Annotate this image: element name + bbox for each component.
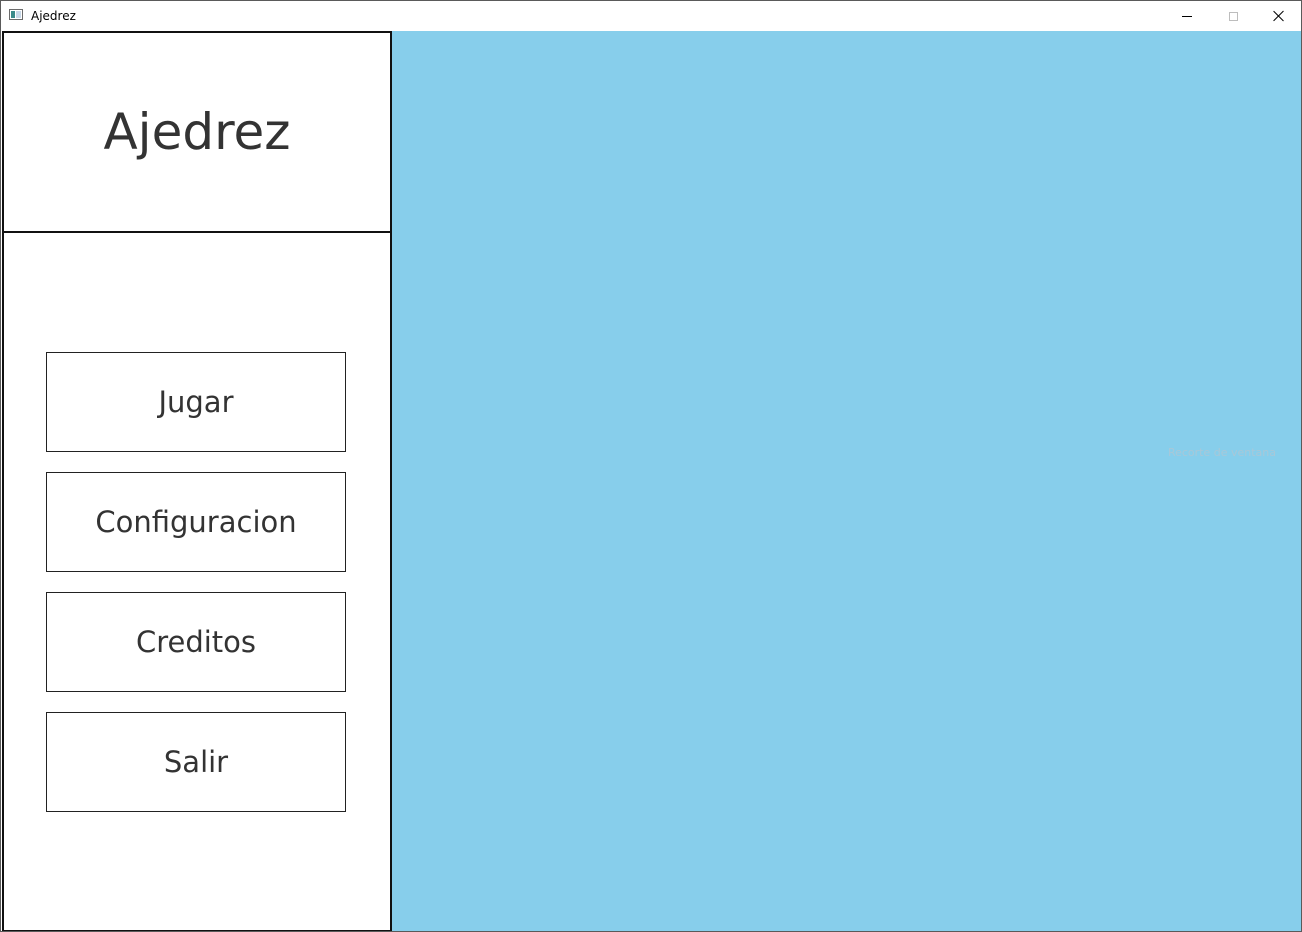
snip-overlay-label: Recorte de ventana	[1167, 446, 1276, 459]
settings-button[interactable]: Configuracion	[46, 472, 346, 572]
minimize-button[interactable]	[1164, 1, 1210, 31]
sidebar-menu: Ajedrez Jugar Configuracion Creditos Sal…	[2, 31, 392, 931]
minimize-icon	[1182, 15, 1192, 17]
title-bar[interactable]: Ajedrez	[1, 1, 1301, 31]
app-window: Ajedrez Ajedrez Jugar Configuracion Cred…	[0, 0, 1302, 932]
close-button[interactable]	[1256, 1, 1301, 31]
app-title: Ajedrez	[103, 103, 291, 161]
exit-button[interactable]: Salir	[46, 712, 346, 812]
credits-button[interactable]: Creditos	[46, 592, 346, 692]
close-icon	[1273, 10, 1285, 22]
maximize-icon	[1228, 11, 1238, 21]
maximize-button[interactable]	[1210, 1, 1256, 31]
play-button[interactable]: Jugar	[46, 352, 346, 452]
main-content-area: Recorte de ventana	[392, 31, 1301, 931]
app-window-icon	[9, 9, 23, 20]
window-title: Ajedrez	[31, 9, 76, 23]
app-title-header: Ajedrez	[4, 33, 390, 233]
